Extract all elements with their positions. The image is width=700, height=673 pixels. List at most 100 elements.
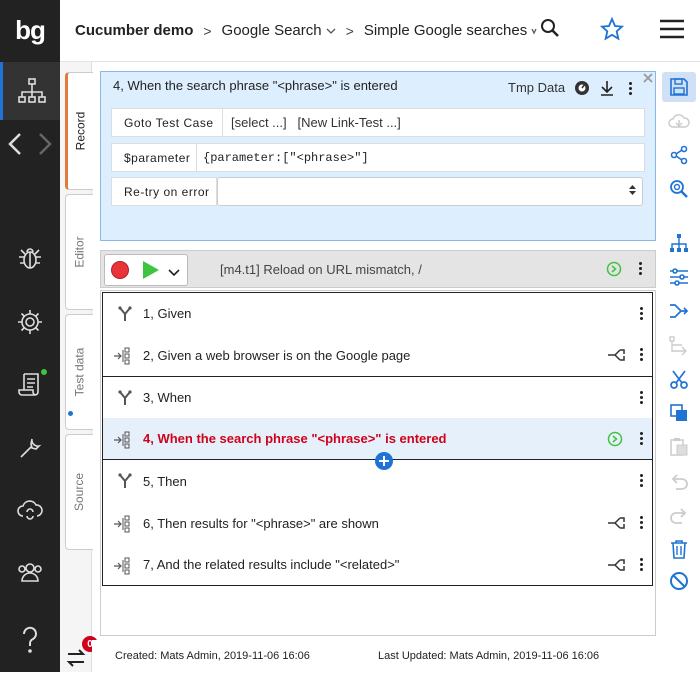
select-arrows-icon bbox=[629, 184, 636, 199]
record-button[interactable] bbox=[111, 261, 129, 279]
more-options-icon[interactable] bbox=[640, 391, 644, 405]
branch-icon bbox=[117, 473, 133, 492]
status-dot bbox=[41, 369, 47, 375]
created-info: Created: Mats Admin, 2019-11-06 16:06 bbox=[115, 650, 310, 662]
disable-icon[interactable] bbox=[662, 566, 696, 596]
step-label: 1, Given bbox=[143, 306, 192, 321]
goto-circle-icon[interactable] bbox=[606, 261, 622, 280]
branch-icon bbox=[117, 390, 133, 409]
tree-icon[interactable] bbox=[0, 62, 60, 120]
save-icon[interactable] bbox=[662, 72, 696, 102]
tmp-data-label[interactable]: Tmp Data bbox=[508, 80, 565, 95]
tab-editor[interactable]: Editor bbox=[65, 194, 93, 310]
paste-icon[interactable] bbox=[662, 432, 696, 462]
settings-icon[interactable] bbox=[0, 300, 60, 344]
share-icon[interactable] bbox=[662, 140, 696, 170]
list-item[interactable]: 7, And the related results include "<rel… bbox=[102, 544, 653, 586]
field-label: $parameter bbox=[111, 143, 197, 172]
more-options-icon[interactable] bbox=[640, 307, 644, 321]
goto-testcase-select[interactable]: [select ...] [New Link-Test ...] bbox=[223, 108, 645, 137]
record-dial-icon[interactable] bbox=[574, 80, 590, 99]
branch-out-icon[interactable] bbox=[662, 330, 696, 360]
forward-icon[interactable] bbox=[30, 122, 60, 166]
test-data-dot bbox=[68, 411, 73, 416]
run-status-text: [m4.t1] Reload on URL mismatch, / bbox=[220, 262, 422, 277]
breadcrumb-project[interactable]: Cucumber demo bbox=[75, 22, 193, 39]
undo-icon[interactable] bbox=[662, 466, 696, 496]
more-options-icon[interactable] bbox=[640, 516, 644, 530]
users-icon[interactable] bbox=[0, 550, 60, 594]
step-label: 2, Given a web browser is on the Google … bbox=[143, 347, 411, 363]
menu-icon[interactable] bbox=[659, 19, 685, 42]
footer: Created: Mats Admin, 2019-11-06 16:06 La… bbox=[92, 640, 700, 672]
top-bar: Cucumber demo > Google Search > Simple G… bbox=[60, 0, 700, 62]
bug-icon[interactable] bbox=[0, 236, 60, 280]
close-icon[interactable] bbox=[642, 72, 654, 84]
run-toolbar: [m4.t1] Reload on URL mismatch, / bbox=[100, 250, 656, 288]
call-icon bbox=[113, 557, 133, 578]
star-icon[interactable] bbox=[599, 16, 625, 44]
hierarchy-icon[interactable] bbox=[662, 228, 696, 258]
breadcrumb-suite[interactable]: Google Search bbox=[222, 22, 322, 39]
retry-row: Re-try on error bbox=[111, 177, 645, 206]
cloud-sync-icon[interactable] bbox=[0, 488, 60, 532]
more-options-icon[interactable] bbox=[639, 262, 643, 276]
tab-record[interactable]: Record bbox=[65, 72, 93, 190]
list-item[interactable]: 6, Then results for "<phrase>" are shown bbox=[102, 502, 653, 544]
tab-label: Source bbox=[72, 472, 87, 512]
breadcrumb-testcase[interactable]: Simple Google searches bbox=[364, 22, 527, 39]
script-icon[interactable] bbox=[0, 362, 60, 406]
copy-icon[interactable] bbox=[662, 398, 696, 428]
call-icon bbox=[113, 347, 133, 368]
delete-icon[interactable] bbox=[662, 534, 696, 564]
more-options-icon[interactable] bbox=[640, 474, 644, 488]
step-details-panel: 4, When the search phrase "<phrase>" is … bbox=[100, 71, 656, 241]
chevron-down-icon[interactable] bbox=[531, 27, 537, 35]
redo-icon[interactable] bbox=[662, 500, 696, 530]
list-item[interactable]: 2, Given a web browser is on the Google … bbox=[102, 334, 653, 376]
wrench-icon[interactable] bbox=[0, 426, 60, 470]
chevron-down-icon[interactable] bbox=[168, 265, 180, 280]
list-item[interactable]: 1, Given bbox=[102, 292, 653, 334]
help-icon[interactable] bbox=[0, 618, 60, 662]
list-item[interactable]: 3, When bbox=[102, 376, 653, 418]
call-icon bbox=[113, 515, 133, 536]
tab-label: Test data bbox=[72, 347, 87, 397]
chevron-down-icon[interactable] bbox=[326, 27, 336, 35]
more-options-icon[interactable] bbox=[640, 558, 644, 572]
search-icon[interactable] bbox=[540, 18, 560, 41]
more-options-icon[interactable] bbox=[640, 432, 644, 446]
tab-label: Record bbox=[73, 111, 88, 151]
back-icon[interactable] bbox=[0, 122, 30, 166]
view-tabs: Record Editor Test data Source 0 bbox=[60, 62, 98, 672]
step-label: 5, Then bbox=[143, 473, 187, 489]
tab-label: Editor bbox=[72, 236, 87, 268]
cloud-download-icon[interactable] bbox=[662, 106, 696, 136]
more-options-icon[interactable] bbox=[629, 82, 633, 96]
add-step-icon[interactable] bbox=[375, 452, 393, 470]
download-icon[interactable] bbox=[600, 80, 614, 99]
left-sidebar: bg bbox=[0, 0, 60, 672]
step-label: 7, And the related results include "<rel… bbox=[143, 557, 400, 572]
merge-icon[interactable] bbox=[662, 296, 696, 326]
retry-select[interactable] bbox=[217, 177, 643, 206]
more-options-icon[interactable] bbox=[640, 348, 644, 362]
updated-info: Last Updated: Mats Admin, 2019-11-06 16:… bbox=[378, 650, 600, 662]
zoom-search-icon[interactable] bbox=[662, 174, 696, 204]
field-label: Re-try on error bbox=[111, 177, 217, 206]
app-logo[interactable]: bg bbox=[0, 0, 60, 60]
link-step-icon[interactable] bbox=[607, 348, 625, 365]
branch-icon bbox=[117, 306, 133, 325]
sliders-icon[interactable] bbox=[662, 262, 696, 292]
tab-source[interactable]: Source bbox=[65, 434, 93, 550]
call-icon bbox=[113, 431, 133, 452]
step-title: 4, When the search phrase "<phrase>" is … bbox=[113, 78, 398, 93]
parameter-input[interactable]: {parameter:["<phrase>"] bbox=[197, 143, 645, 172]
step-label: 6, Then results for "<phrase>" are shown bbox=[143, 515, 379, 531]
cut-icon[interactable] bbox=[662, 364, 696, 394]
goto-circle-icon[interactable] bbox=[607, 431, 623, 450]
link-step-icon[interactable] bbox=[607, 558, 625, 575]
goto-testcase-row: Goto Test Case [select ...] [New Link-Te… bbox=[111, 108, 645, 137]
link-step-icon[interactable] bbox=[607, 516, 625, 533]
play-button[interactable] bbox=[141, 260, 161, 283]
